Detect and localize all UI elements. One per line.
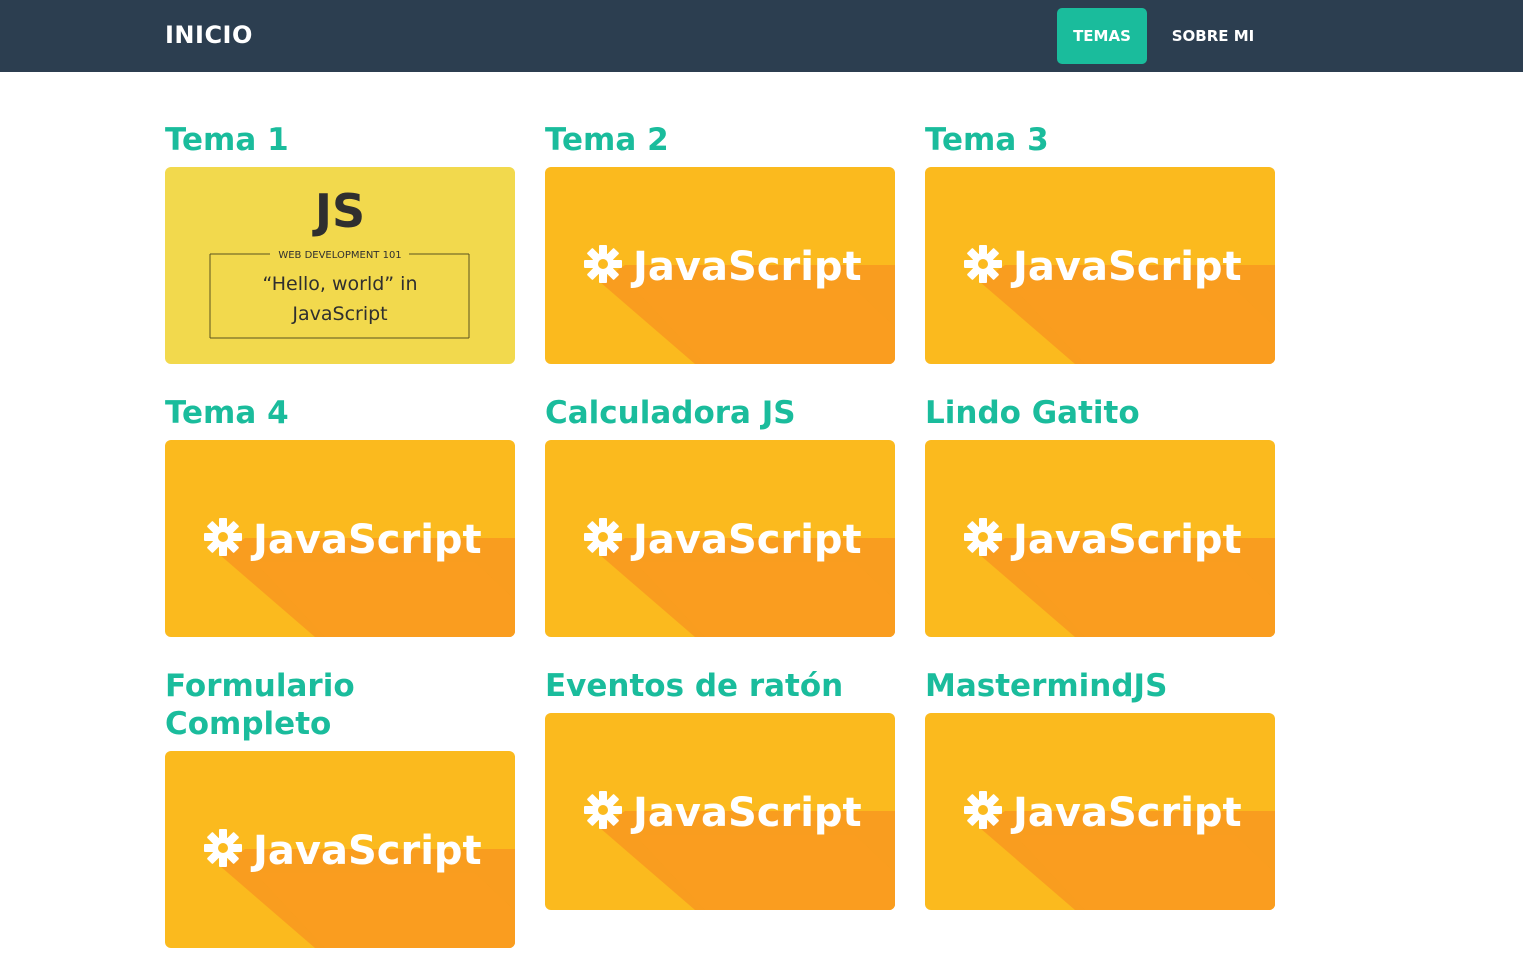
topic-card-title[interactable]: Lindo Gatito [925,394,1275,432]
banner-wordmark: JavaScript [250,517,482,563]
topic-card: Tema 4 JavaScript [165,394,515,637]
topic-thumbnail[interactable]: JS WEB DEVELOPMENT 101 “Hello, world” in… [165,167,515,364]
banner-wordmark: JavaScript [1010,517,1242,563]
banner-wordmark: JavaScript [1010,790,1242,836]
gear-icon [204,518,242,556]
topic-card-title[interactable]: MastermindJS [925,667,1275,705]
topic-card-title[interactable]: Tema 1 [165,121,515,159]
gear-icon [964,791,1002,829]
js-hello-line1: “Hello, world” in [262,273,417,295]
topic-card-title[interactable]: Tema 3 [925,121,1275,159]
topic-card: Tema 3 JavaScript [925,121,1275,364]
banner-wordmark: JavaScript [630,790,862,836]
topic-card: Tema 1 JS WEB DEVELOPMENT 101 “Hello, wo… [165,121,515,364]
nav-link-sobre-mi[interactable]: SOBRE MI [1158,8,1268,64]
topic-card: Calculadora JS JavaScript [545,394,895,637]
banner-wordmark: JavaScript [1010,244,1242,290]
topic-card-title[interactable]: Tema 2 [545,121,895,159]
topic-thumbnail[interactable]: JavaScript [925,440,1275,637]
gear-icon [204,829,242,867]
topic-card: Lindo Gatito JavaScript [925,394,1275,637]
topic-thumbnail[interactable]: JavaScript [165,440,515,637]
js-logo-text: JS [312,184,365,238]
topic-thumbnail[interactable]: JavaScript [925,713,1275,910]
topic-thumbnail[interactable]: JavaScript [545,440,895,637]
nav-link-temas[interactable]: TEMAS [1057,8,1147,64]
topic-card-title[interactable]: Eventos de ratón [545,667,895,705]
topic-thumbnail[interactable]: JavaScript [165,751,515,948]
topic-card-title[interactable]: Calculadora JS [545,394,895,432]
topic-card-title[interactable]: Tema 4 [165,394,515,432]
gear-icon [584,518,622,556]
topic-thumbnail[interactable]: JavaScript [925,167,1275,364]
topic-thumbnail[interactable]: JavaScript [545,713,895,910]
gear-icon [584,791,622,829]
topic-card: Eventos de ratón JavaScript [545,667,895,910]
banner-wordmark: JavaScript [630,244,862,290]
gear-icon [964,245,1002,283]
js-kicker-text: WEB DEVELOPMENT 101 [278,250,401,261]
banner-wordmark: JavaScript [630,517,862,563]
topic-card: MastermindJS JavaScript [925,667,1275,910]
topic-card: Formulario Completo JavaScript [165,667,515,948]
brand-home-link[interactable]: INICIO [165,21,253,49]
js-hello-line2: JavaScript [291,303,387,325]
banner-wordmark: JavaScript [250,828,482,874]
gear-icon [964,518,1002,556]
gear-icon [584,245,622,283]
top-navbar: INICIO TEMAS SOBRE MI [0,0,1523,72]
topic-card-title[interactable]: Formulario Completo [165,667,395,743]
topic-thumbnail[interactable]: JavaScript [545,167,895,364]
topic-card: Tema 2 JavaScript [545,121,895,364]
